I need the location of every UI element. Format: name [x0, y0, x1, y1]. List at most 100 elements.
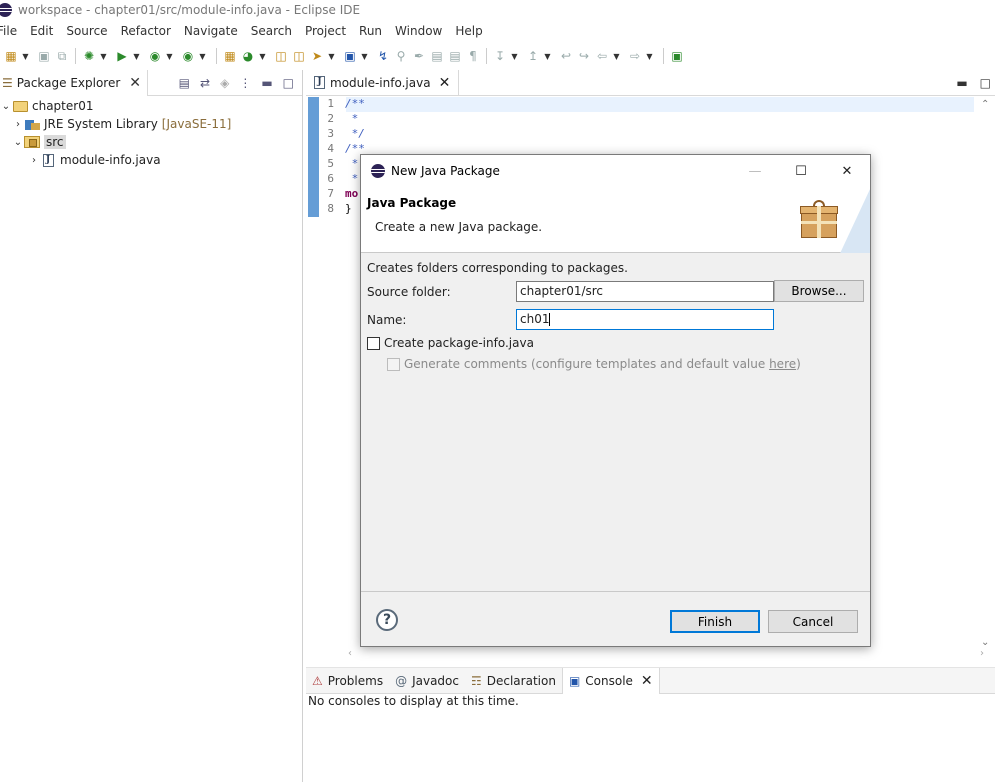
- link-with-editor-icon[interactable]: ⇄: [200, 76, 210, 90]
- close-icon[interactable]: ✕: [824, 155, 870, 187]
- collapse-all-icon[interactable]: ▤: [179, 76, 190, 90]
- java-project-icon: [12, 99, 28, 113]
- package-name-input[interactable]: ch01: [516, 309, 774, 330]
- next-annotation-icon[interactable]: ↧: [492, 48, 508, 64]
- scroll-up-icon[interactable]: ⌃: [981, 99, 989, 110]
- finish-button[interactable]: Finish: [670, 610, 760, 633]
- block-selection-icon[interactable]: ▤: [429, 48, 445, 64]
- last-edit-location-icon[interactable]: ↩: [558, 48, 574, 64]
- dialog-info-text: Creates folders corresponding to package…: [367, 261, 628, 275]
- toggle-breadcrumb-icon[interactable]: ↯: [375, 48, 391, 64]
- external-tools-icon[interactable]: ◉: [180, 48, 196, 64]
- close-icon[interactable]: ✕: [129, 75, 141, 91]
- help-icon[interactable]: ?: [376, 609, 398, 631]
- word-wrap-icon[interactable]: ▤: [447, 48, 463, 64]
- open-type-icon[interactable]: ◫: [273, 48, 289, 64]
- close-icon[interactable]: ✕: [439, 75, 451, 91]
- cancel-button[interactable]: Cancel: [768, 610, 858, 633]
- tree-item-project[interactable]: ⌄ chapter01: [0, 97, 302, 115]
- run-dropdown-icon[interactable]: ▼: [132, 48, 141, 64]
- code-line: 6 *: [327, 172, 359, 185]
- tree-item-src[interactable]: ⌄ src: [0, 133, 302, 151]
- close-icon[interactable]: ✕: [641, 673, 653, 689]
- tab-module-info[interactable]: J module-info.java ✕: [306, 69, 460, 96]
- forward-history-icon[interactable]: ↪: [576, 48, 592, 64]
- new-java-package-icon[interactable]: ▦: [222, 48, 238, 64]
- open-perspective-icon[interactable]: ▣: [669, 48, 685, 64]
- menu-navigate[interactable]: Navigate: [178, 24, 245, 38]
- checkbox-box[interactable]: [367, 336, 380, 350]
- tab-javadoc[interactable]: @ Javadoc: [389, 668, 465, 694]
- external-tools-dropdown-icon[interactable]: ▼: [198, 48, 207, 64]
- view-menu-icon[interactable]: ⋮: [239, 76, 251, 90]
- tab-package-explorer[interactable]: ☰ Package Explorer ✕: [0, 69, 149, 96]
- debug-icon[interactable]: ✺: [81, 48, 97, 64]
- scroll-right-icon[interactable]: ›: [980, 648, 984, 659]
- debug-dropdown-icon[interactable]: ▼: [99, 48, 108, 64]
- editor-window-controls: ▬ □: [956, 76, 995, 90]
- expanded-chevron-icon[interactable]: ⌄: [12, 137, 24, 148]
- code-line: 2 *: [327, 112, 359, 125]
- editor-horizontal-scrollbar[interactable]: ‹ ›: [344, 648, 984, 662]
- tab-problems[interactable]: ⚠ Problems: [306, 668, 389, 694]
- new-class-icon[interactable]: ◕: [240, 48, 256, 64]
- tab-declaration[interactable]: ☶ Declaration: [465, 668, 562, 694]
- maximize-icon[interactable]: ☐: [778, 155, 824, 187]
- search-dropdown-icon[interactable]: ▼: [327, 48, 336, 64]
- menu-edit[interactable]: Edit: [24, 24, 60, 38]
- coverage-icon[interactable]: ◉: [147, 48, 163, 64]
- edit-icon[interactable]: ✒: [411, 48, 427, 64]
- generate-comments-checkbox[interactable]: Generate comments (configure templates a…: [387, 357, 801, 371]
- expanded-chevron-icon[interactable]: ⌄: [0, 101, 12, 112]
- menu-window[interactable]: Window: [389, 24, 449, 38]
- back-dropdown-icon[interactable]: ▼: [612, 48, 621, 64]
- minimize-icon[interactable]: ▬: [956, 76, 967, 90]
- menu-project[interactable]: Project: [299, 24, 353, 38]
- console-dropdown-icon[interactable]: ▼: [360, 48, 369, 64]
- coverage-dropdown-icon[interactable]: ▼: [165, 48, 174, 64]
- menu-run[interactable]: Run: [353, 24, 389, 38]
- tree-item-module-info[interactable]: › J module-info.java: [0, 151, 302, 169]
- search-icon[interactable]: ➤: [309, 48, 325, 64]
- configure-templates-link[interactable]: here: [769, 357, 796, 371]
- scroll-left-icon[interactable]: ‹: [348, 648, 352, 659]
- tree-item-jre-library[interactable]: › JRE System Library [JavaSE-11]: [0, 115, 302, 133]
- create-package-info-checkbox[interactable]: Create package-info.java: [367, 336, 534, 350]
- tree-item-label: src: [44, 135, 66, 149]
- filters-icon[interactable]: ◈: [220, 76, 229, 90]
- browse-button[interactable]: Browse...: [774, 280, 864, 302]
- scroll-down-icon[interactable]: ⌄: [981, 637, 989, 648]
- menu-help[interactable]: Help: [449, 24, 489, 38]
- mark-occurrences-icon[interactable]: ⚲: [393, 48, 409, 64]
- new-class-dropdown-icon[interactable]: ▼: [258, 48, 267, 64]
- collapsed-chevron-icon[interactable]: ›: [12, 119, 24, 130]
- collapsed-chevron-icon[interactable]: ›: [28, 155, 40, 166]
- menu-refactor[interactable]: Refactor: [115, 24, 178, 38]
- minimize-icon[interactable]: —: [732, 155, 778, 187]
- forward-icon[interactable]: ⇨: [627, 48, 643, 64]
- previous-annotation-icon[interactable]: ↥: [525, 48, 541, 64]
- open-console-icon[interactable]: ▣: [342, 48, 358, 64]
- previous-annotation-dropdown-icon[interactable]: ▼: [543, 48, 552, 64]
- save-all-icon[interactable]: ⧉: [54, 48, 70, 64]
- next-annotation-dropdown-icon[interactable]: ▼: [510, 48, 519, 64]
- source-folder-input[interactable]: chapter01/src: [516, 281, 774, 302]
- show-whitespace-icon[interactable]: ¶: [465, 48, 481, 64]
- open-task-icon[interactable]: ◫: [291, 48, 307, 64]
- menu-source[interactable]: Source: [60, 24, 114, 38]
- checkbox-box[interactable]: [387, 357, 400, 371]
- maximize-icon[interactable]: □: [283, 76, 294, 90]
- new-dropdown-icon[interactable]: ▼: [21, 48, 30, 64]
- minimize-icon[interactable]: ▬: [261, 76, 272, 90]
- save-icon[interactable]: ▣: [36, 48, 52, 64]
- menu-search[interactable]: Search: [245, 24, 299, 38]
- new-icon[interactable]: ▦: [3, 48, 19, 64]
- menu-file[interactable]: File: [0, 24, 24, 38]
- tab-console[interactable]: ▣ Console ✕: [561, 667, 660, 694]
- forward-dropdown-icon[interactable]: ▼: [645, 48, 654, 64]
- maximize-icon[interactable]: □: [980, 76, 991, 90]
- editor-vertical-scrollbar[interactable]: ⌃ ⌄: [977, 97, 993, 648]
- back-icon[interactable]: ⇦: [594, 48, 610, 64]
- run-icon[interactable]: ▶: [114, 48, 130, 64]
- dialog-titlebar: New Java Package — ☐ ✕: [361, 155, 870, 187]
